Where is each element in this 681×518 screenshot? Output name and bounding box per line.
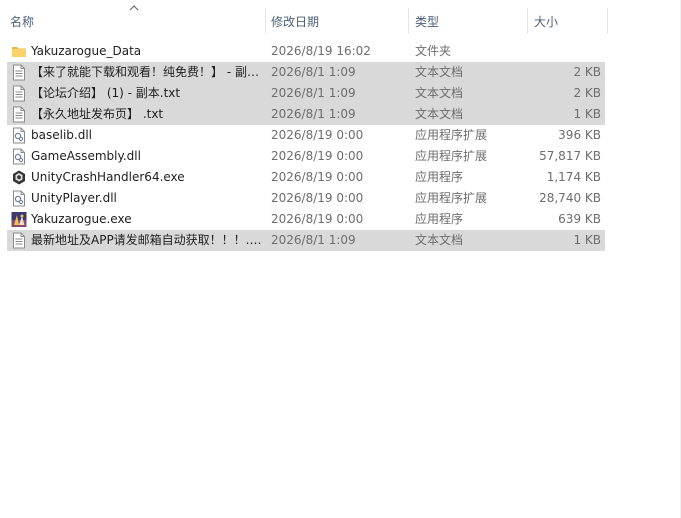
file-size: 57,817 KB — [539, 149, 601, 163]
file-type: 应用程序 — [415, 170, 464, 184]
text-document-icon — [11, 85, 27, 102]
file-name: baselib.dll — [31, 128, 92, 142]
file-row[interactable]: Yakuzarogue.exe 2026/8/19 0:00 应用程序 639 … — [0, 209, 681, 230]
column-header-bar: 名称 修改日期 类型 大小 — [0, 0, 681, 38]
column-header-type[interactable]: 类型 — [409, 0, 527, 38]
file-name: Yakuzarogue_Data — [31, 44, 142, 58]
file-name: 【永久地址发布页】 .txt — [31, 107, 164, 121]
file-type: 应用程序 — [415, 212, 464, 226]
file-type: 文本文档 — [415, 107, 464, 121]
column-header-name[interactable]: 名称 — [4, 0, 264, 38]
column-divider[interactable] — [607, 8, 608, 34]
text-document-icon — [11, 232, 27, 249]
dll-icon — [11, 127, 27, 144]
file-date: 2026/8/19 16:02 — [271, 44, 371, 58]
file-name: UnityCrashHandler64.exe — [31, 170, 185, 184]
file-date: 2026/8/1 1:09 — [271, 233, 356, 247]
dll-icon — [11, 190, 27, 207]
file-size: 1 KB — [573, 233, 601, 247]
file-row[interactable]: 【来了就能下载和观看！纯免费！】 - 副本.txt 2026/8/1 1:09 … — [0, 62, 681, 83]
file-type: 应用程序扩展 — [415, 191, 488, 205]
file-name: 【论坛介绍】 (1) - 副本.txt — [31, 86, 181, 100]
file-size: 639 KB — [558, 212, 601, 226]
text-document-icon — [11, 64, 27, 81]
file-size: 28,740 KB — [539, 191, 601, 205]
file-size: 2 KB — [573, 86, 601, 100]
file-size: 1 KB — [573, 107, 601, 121]
text-document-icon — [11, 106, 27, 123]
file-name: 【来了就能下载和观看！纯免费！】 - 副本.txt — [31, 65, 265, 79]
file-size: 1,174 KB — [546, 170, 601, 184]
file-row[interactable]: Yakuzarogue_Data 2026/8/19 16:02 文件夹 — [0, 41, 681, 62]
file-date: 2026/8/19 0:00 — [271, 170, 364, 184]
file-row[interactable]: 【永久地址发布页】 .txt 2026/8/1 1:09 文本文档 1 KB — [0, 104, 681, 125]
file-row[interactable]: UnityPlayer.dll 2026/8/19 0:00 应用程序扩展 28… — [0, 188, 681, 209]
file-date: 2026/8/19 0:00 — [271, 191, 364, 205]
file-row[interactable]: baselib.dll 2026/8/19 0:00 应用程序扩展 396 KB — [0, 125, 681, 146]
file-row[interactable]: UnityCrashHandler64.exe 2026/8/19 0:00 应… — [0, 167, 681, 188]
file-type: 应用程序扩展 — [415, 149, 488, 163]
file-size — [530, 41, 601, 62]
file-type: 文本文档 — [415, 86, 464, 100]
file-date: 2026/8/1 1:09 — [271, 86, 356, 100]
file-row[interactable]: 【论坛介绍】 (1) - 副本.txt 2026/8/1 1:09 文本文档 2… — [0, 83, 681, 104]
file-date: 2026/8/19 0:00 — [271, 128, 364, 142]
file-date: 2026/8/1 1:09 — [271, 107, 356, 121]
folder-icon — [11, 43, 27, 60]
game-exe-icon — [11, 211, 27, 228]
file-date: 2026/8/19 0:00 — [271, 212, 364, 226]
column-header-size[interactable]: 大小 — [528, 0, 608, 38]
file-type: 文件夹 — [415, 44, 452, 58]
file-type: 文本文档 — [415, 65, 464, 79]
file-type: 文本文档 — [415, 233, 464, 247]
file-date: 2026/8/19 0:00 — [271, 149, 364, 163]
file-explorer-window: 名称 修改日期 类型 大小 Yakuzarogue_Data 2026/8/19… — [0, 0, 681, 518]
file-name: UnityPlayer.dll — [31, 191, 117, 205]
file-size: 396 KB — [558, 128, 601, 142]
file-name: GameAssembly.dll — [31, 149, 141, 163]
file-size: 2 KB — [573, 65, 601, 79]
column-header-date[interactable]: 修改日期 — [265, 0, 408, 38]
file-name: Yakuzarogue.exe — [31, 212, 132, 226]
unity-icon — [11, 169, 27, 186]
dll-icon — [11, 148, 27, 165]
file-row[interactable]: GameAssembly.dll 2026/8/19 0:00 应用程序扩展 5… — [0, 146, 681, 167]
file-row[interactable]: 最新地址及APP请发邮箱自动获取！！！.txt 2026/8/1 1:09 文本… — [0, 230, 681, 251]
file-name: 最新地址及APP请发邮箱自动获取！！！.txt — [31, 233, 265, 247]
file-type: 应用程序扩展 — [415, 128, 488, 142]
file-list: Yakuzarogue_Data 2026/8/19 16:02 文件夹 【来了… — [0, 41, 681, 251]
file-date: 2026/8/1 1:09 — [271, 65, 356, 79]
